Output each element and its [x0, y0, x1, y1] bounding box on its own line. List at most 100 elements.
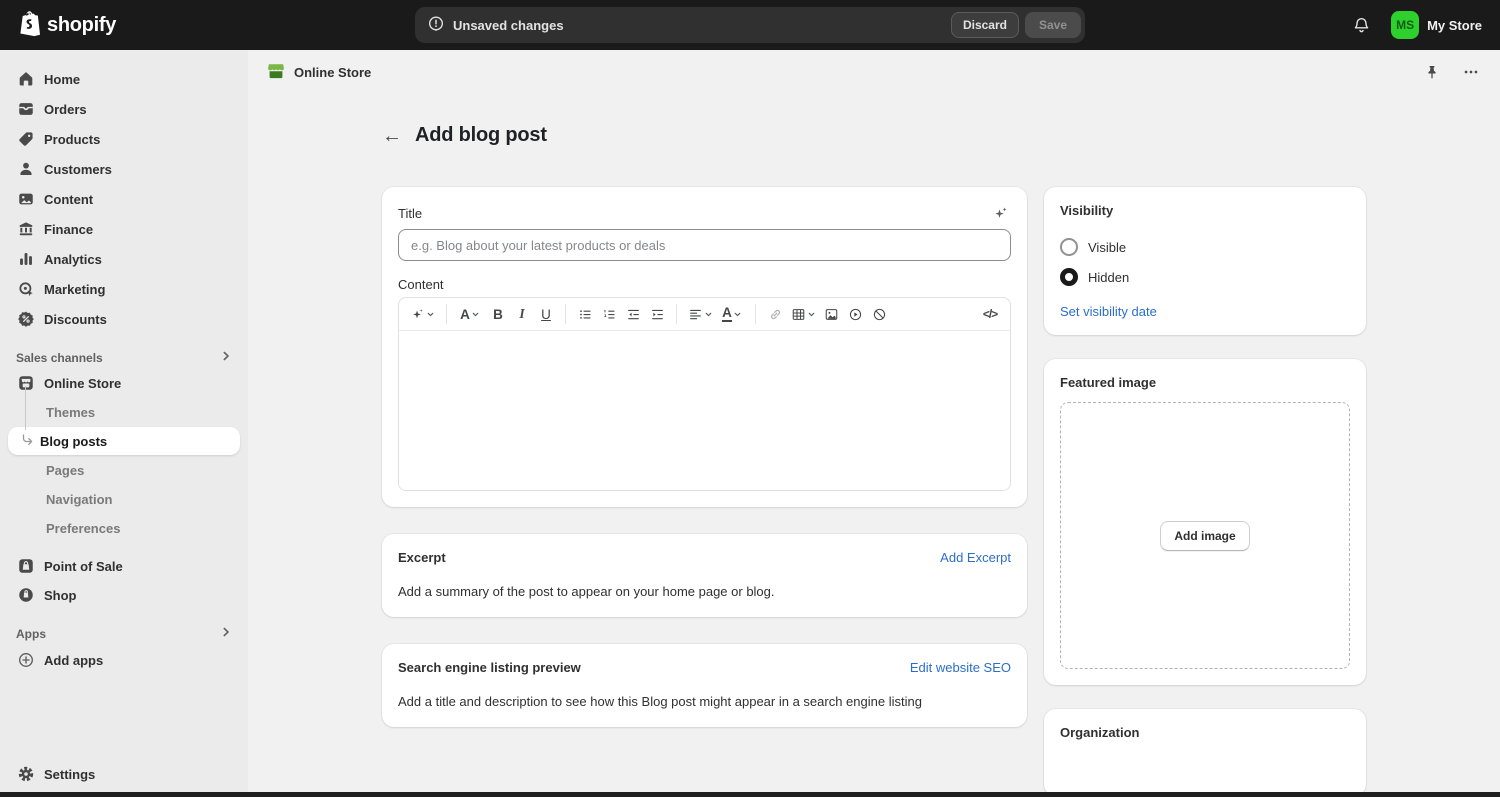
sidebar-item-finance[interactable]: Finance [8, 215, 240, 243]
topbar: shopify Unsaved changes Discard Save MS … [0, 0, 1500, 50]
seo-card: Search engine listing preview Edit websi… [382, 644, 1027, 727]
sidebar-item-customers[interactable]: Customers [8, 155, 240, 183]
title-input[interactable] [398, 229, 1011, 261]
shop-app-icon [16, 585, 36, 605]
unsaved-changes-banner: Unsaved changes Discard Save [415, 7, 1085, 43]
add-image-button[interactable]: Add image [1160, 521, 1249, 551]
underline-tool-icon[interactable]: U [534, 302, 558, 326]
edit-website-seo-link[interactable]: Edit website SEO [910, 660, 1011, 675]
sidebar-item-settings[interactable]: Settings [8, 760, 240, 788]
code-tool-icon[interactable]: </> [978, 302, 1002, 326]
bold-tool-icon[interactable]: B [486, 302, 510, 326]
chevron-right-icon [220, 350, 232, 365]
sidebar-item-label: Home [44, 72, 80, 87]
sidebar-item-orders[interactable]: Orders [8, 95, 240, 123]
sidebar-item-marketing[interactable]: Marketing [8, 275, 240, 303]
toolbar-divider [676, 304, 677, 324]
video-tool-icon[interactable] [843, 302, 867, 326]
editor-toolbar: A B I U [399, 298, 1010, 330]
numbered-list-tool-icon[interactable] [597, 302, 621, 326]
sidebar-item-analytics[interactable]: Analytics [8, 245, 240, 273]
outdent-tool-icon[interactable] [621, 302, 645, 326]
title-content-card: Title Content [382, 187, 1027, 507]
visibility-option-visible[interactable]: Visible [1060, 238, 1350, 256]
sidebar-item-preferences[interactable]: Preferences [8, 514, 240, 542]
store-avatar: MS [1391, 11, 1419, 39]
online-store-channel-icon [266, 61, 286, 84]
alignment-tool-icon[interactable] [684, 302, 716, 326]
bullet-list-tool-icon[interactable] [573, 302, 597, 326]
text-color-tool-icon[interactable]: A [716, 302, 748, 326]
sidebar-item-discounts[interactable]: Discounts [8, 305, 240, 333]
set-visibility-date-link[interactable]: Set visibility date [1060, 304, 1157, 319]
storefront-icon [16, 373, 36, 393]
more-options-icon[interactable] [1460, 61, 1482, 83]
channel-title: Online Store [294, 65, 371, 80]
ai-sparkle-tool-icon[interactable] [407, 302, 439, 326]
apps-header[interactable]: Apps [16, 626, 232, 641]
discount-badge-icon [16, 309, 36, 329]
link-tool-icon[interactable] [763, 302, 787, 326]
content-editor-area[interactable] [399, 330, 1010, 490]
image-dropzone[interactable]: Add image [1060, 402, 1350, 669]
sidebar-item-online-store[interactable]: Online Store [8, 369, 240, 397]
bottom-edge-bar [0, 792, 1500, 797]
banner-message: Unsaved changes [453, 18, 564, 33]
radio-checked-icon [1060, 268, 1078, 286]
text-style-tool-icon[interactable]: A [454, 302, 486, 326]
store-menu[interactable]: MS My Store [1391, 11, 1482, 39]
sidebar-item-label: Point of Sale [44, 559, 123, 574]
target-icon [16, 279, 36, 299]
seo-title: Search engine listing preview [398, 660, 581, 675]
toolbar-divider [755, 304, 756, 324]
table-tool-icon[interactable] [787, 302, 819, 326]
sidebar-item-themes[interactable]: Themes [8, 398, 240, 426]
sidebar-item-label: Discounts [44, 312, 107, 327]
sidebar-item-point-of-sale[interactable]: Point of Sale [8, 552, 240, 580]
add-excerpt-link[interactable]: Add Excerpt [940, 550, 1011, 565]
sidebar-item-label: Products [44, 132, 100, 147]
pin-icon[interactable] [1422, 62, 1442, 82]
visibility-option-hidden[interactable]: Hidden [1060, 268, 1350, 286]
sidebar-item-content[interactable]: Content [8, 185, 240, 213]
sidebar-item-navigation[interactable]: Navigation [8, 485, 240, 513]
italic-tool-icon[interactable]: I [510, 302, 534, 326]
sales-channels-header[interactable]: Sales channels [16, 350, 232, 365]
shopify-logo-text: shopify [47, 14, 116, 37]
clear-formatting-tool-icon[interactable] [867, 302, 891, 326]
chevron-right-icon [220, 626, 232, 641]
channel-subheader: Online Store [248, 50, 1500, 94]
discard-button[interactable]: Discard [951, 12, 1019, 38]
sidebar-item-label: Shop [44, 588, 77, 603]
sidebar-item-products[interactable]: Products [8, 125, 240, 153]
save-button[interactable]: Save [1025, 12, 1081, 38]
indent-tool-icon[interactable] [645, 302, 669, 326]
toolbar-divider [446, 304, 447, 324]
rich-text-editor: A B I U [398, 297, 1011, 491]
sidebar-item-label: Settings [44, 767, 95, 782]
sidebar-item-pages[interactable]: Pages [8, 456, 240, 484]
sidebar-item-label: Content [44, 192, 93, 207]
sidebar-item-home[interactable]: Home [8, 65, 240, 93]
excerpt-card: Excerpt Add Excerpt Add a summary of the… [382, 534, 1027, 617]
back-arrow-icon[interactable]: ← [382, 126, 402, 146]
shopify-logo[interactable]: shopify [18, 10, 116, 40]
sidebar-item-shop[interactable]: Shop [8, 581, 240, 609]
orders-icon [16, 99, 36, 119]
page-title: Add blog post [415, 124, 547, 147]
sidebar-item-add-apps[interactable]: Add apps [8, 646, 240, 674]
notifications-bell-icon[interactable] [1350, 14, 1373, 37]
bar-chart-icon [16, 249, 36, 269]
organization-card: Organization [1044, 709, 1366, 796]
ai-sparkle-icon[interactable] [990, 203, 1011, 224]
media-icon [16, 189, 36, 209]
circle-plus-icon [16, 650, 36, 670]
image-tool-icon[interactable] [819, 302, 843, 326]
bank-icon [16, 219, 36, 239]
content-label: Content [398, 277, 1011, 292]
sidebar-item-blog-posts[interactable]: Blog posts [8, 427, 240, 455]
sidebar-item-label: Finance [44, 222, 93, 237]
point-of-sale-icon [16, 556, 36, 576]
sidebar-item-label: Online Store [44, 376, 121, 391]
store-name: My Store [1427, 18, 1482, 33]
